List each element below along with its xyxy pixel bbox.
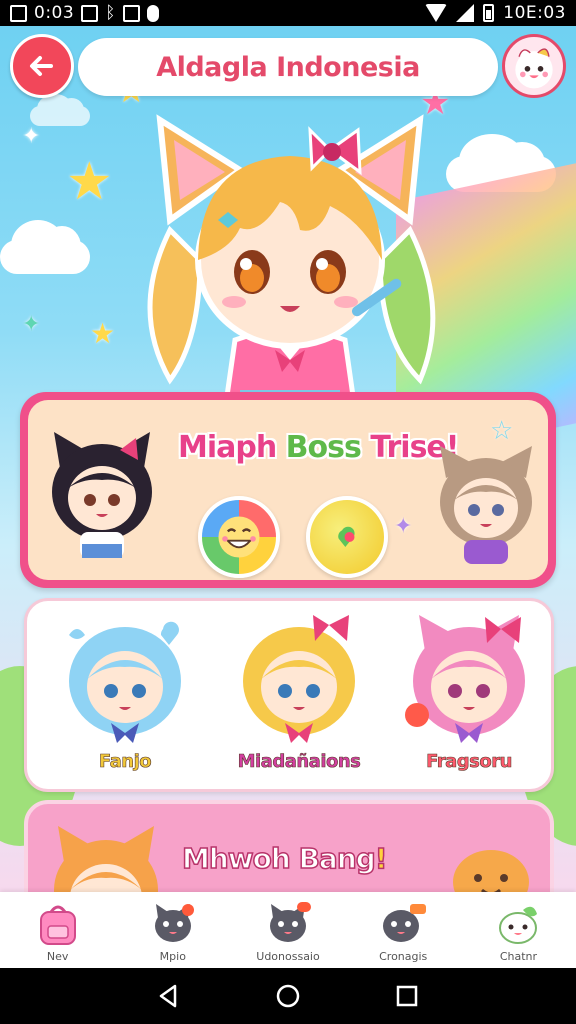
- character-card-2[interactable]: Miadañaions: [211, 601, 387, 791]
- app-screen: ★ ★ ★ ★ ✦ ✦ Aldagla Indonesia: [0, 26, 576, 892]
- signal-icon: [456, 4, 475, 22]
- nav-label: Nev: [46, 950, 69, 963]
- nav-item-chatnr[interactable]: Chatnr: [461, 892, 576, 968]
- back-button[interactable]: [10, 34, 74, 98]
- page-title: Aldagla Indonesia: [156, 51, 420, 83]
- bottom-navigation: Nev Mpio Udonossaio Cronagis Chatnr: [0, 892, 576, 968]
- nav-item-nev[interactable]: Nev: [0, 892, 115, 968]
- character-card-1[interactable]: Fanjo: [37, 601, 213, 791]
- status-time: 10E:03: [503, 3, 566, 23]
- characters-card: Fanjo Miadañaions Fragsoru: [24, 598, 554, 792]
- boss-event-title: Miaph Boss Trise!: [178, 430, 459, 465]
- star-icon: ☆: [490, 416, 514, 446]
- nav-item-udonossaio[interactable]: Udonossaio: [230, 892, 345, 968]
- boss-event-card[interactable]: Miaph Boss Trise! ☆ ✦: [20, 392, 556, 588]
- cloud-decoration: [30, 94, 90, 126]
- black-hair-cat-girl-character: [52, 432, 152, 558]
- blonde-girl-character: [243, 615, 355, 743]
- system-navigation-bar: [0, 968, 576, 1024]
- smiling-bun-icon: [453, 850, 529, 892]
- cloud-decoration: [0, 219, 90, 274]
- smiley-orb-button[interactable]: [198, 496, 280, 578]
- character-name-2: Miadañaions: [237, 751, 361, 773]
- system-recents-icon[interactable]: [393, 982, 421, 1010]
- heart-orb-button[interactable]: [306, 496, 388, 578]
- nav-item-mpio[interactable]: Mpio: [115, 892, 230, 968]
- system-home-icon[interactable]: [274, 982, 302, 1010]
- smiley-orb-icon: [218, 516, 260, 558]
- nav-label: Udonossaio: [256, 950, 320, 963]
- orange-cat-girl-character: [54, 826, 158, 892]
- white-bunny-icon: [499, 906, 538, 944]
- gray-cat-tag-icon: [383, 904, 427, 942]
- gray-cat-icon: [154, 904, 194, 942]
- system-back-icon[interactable]: [155, 982, 183, 1010]
- hero-mascot-image: [147, 114, 436, 410]
- arrow-left-icon: [30, 56, 53, 76]
- bluetooth-icon: ᛒ: [105, 3, 116, 23]
- heart-orb-icon: [338, 526, 355, 547]
- blue-hair-girl-character: [69, 621, 181, 743]
- nav-label: Mpio: [159, 950, 186, 963]
- sd-card-icon: [122, 4, 140, 22]
- star-icon: ★: [66, 152, 113, 212]
- star-icon: ★: [90, 317, 116, 350]
- nav-item-cronagis[interactable]: Cronagis: [346, 892, 461, 968]
- mhwoh-bang-card[interactable]: Mhwoh Bang!: [24, 800, 554, 892]
- boss-card-body: Miaph Boss Trise! ☆ ✦: [28, 400, 548, 580]
- battery-icon: [483, 4, 495, 22]
- wifi-icon: [425, 4, 448, 22]
- title-bar: Aldagla Indonesia: [78, 38, 498, 96]
- pink-hair-cat-girl-character: [405, 615, 525, 743]
- mhwoh-bang-title: Mhwoh Bang!: [181, 841, 388, 876]
- character-name-1: Fanjo: [98, 751, 152, 773]
- sparkle-icon: ✦: [394, 514, 413, 539]
- backpack-icon: [39, 905, 76, 945]
- status-clock: 0:03: [34, 3, 75, 23]
- nav-label: Chatnr: [499, 950, 538, 963]
- mascot-avatar-icon: [515, 48, 553, 89]
- status-bar: 0:03 ᛒ 10E:03: [0, 0, 576, 26]
- brown-hair-cat-girl-character: [440, 446, 532, 564]
- gray-cat-badge-icon: [270, 902, 311, 942]
- character-name-3: Fragsoru: [426, 751, 513, 773]
- sparkle-icon: ✦: [22, 124, 41, 149]
- sparkle-icon: ✦: [22, 312, 41, 337]
- sim-icon: [81, 4, 99, 22]
- gallery-icon: [10, 4, 27, 22]
- notification-pill-icon: [146, 4, 159, 22]
- nav-label: Cronagis: [379, 950, 428, 963]
- profile-avatar-button[interactable]: [502, 34, 566, 98]
- character-card-3[interactable]: Fragsoru: [381, 601, 557, 791]
